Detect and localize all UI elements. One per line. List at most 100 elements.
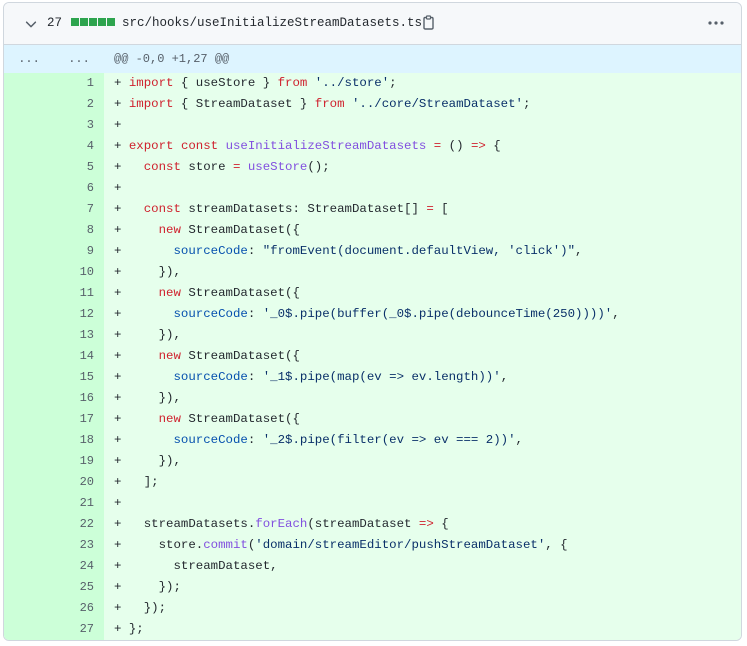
old-line-number[interactable] — [4, 409, 54, 430]
code-token: StreamDataset({ — [180, 412, 300, 426]
hunk-header: ... ... @@ -0,0 +1,27 @@ — [4, 45, 741, 73]
code-token: from — [277, 76, 308, 90]
old-line-number[interactable] — [4, 136, 54, 157]
new-line-number[interactable]: 14 — [54, 346, 104, 367]
old-line-number[interactable] — [4, 73, 54, 94]
old-line-number[interactable] — [4, 178, 54, 199]
old-line-number[interactable] — [4, 535, 54, 556]
diff-line: 26 + }); — [4, 598, 741, 619]
new-line-number[interactable]: 20 — [54, 472, 104, 493]
file-path-link[interactable]: src/hooks/useInitializeStreamDatasets.ts — [122, 16, 422, 30]
code-token: import — [128, 97, 174, 111]
new-line-number[interactable]: 19 — [54, 451, 104, 472]
code-token: + — [114, 349, 159, 363]
new-line-number[interactable]: 12 — [54, 304, 104, 325]
kebab-menu-icon[interactable] — [707, 15, 725, 31]
new-line-number[interactable]: 3 — [54, 115, 104, 136]
code-line: + import { useStore } from '../store'; — [104, 73, 397, 94]
code-token: , — [500, 370, 509, 384]
code-token: + — [114, 97, 129, 111]
new-line-number[interactable]: 5 — [54, 157, 104, 178]
new-line-number[interactable]: 10 — [54, 262, 104, 283]
code-token: sourceCode — [173, 307, 248, 321]
old-line-number[interactable] — [4, 388, 54, 409]
code-token: { — [485, 139, 501, 153]
code-line: + }); — [104, 577, 181, 598]
old-line-number[interactable] — [4, 619, 54, 640]
diff-line: 4 + export const useInitializeStreamDatas… — [4, 136, 741, 157]
copy-icon[interactable] — [421, 15, 437, 31]
diff-file: 27 src/hooks/useInitializeStreamDatasets… — [3, 2, 742, 641]
code-line: + streamDatasets.forEach(streamDataset =… — [104, 514, 449, 535]
new-line-number[interactable]: 9 — [54, 241, 104, 262]
old-line-number[interactable] — [4, 241, 54, 262]
code-token: , — [612, 307, 620, 321]
code-token: '../store' — [314, 76, 390, 90]
old-line-number[interactable] — [4, 220, 54, 241]
code-token: forEach — [255, 517, 308, 531]
new-line-number[interactable]: 6 — [54, 178, 104, 199]
expand-new-button[interactable]: ... — [54, 52, 104, 66]
diff-line: 18 + sourceCode: '_2$.pipe(filter(ev => e… — [4, 430, 741, 451]
new-line-number[interactable]: 21 — [54, 493, 104, 514]
code-line: + — [104, 115, 121, 136]
code-token: sourceCode — [173, 244, 248, 258]
new-line-number[interactable]: 11 — [54, 283, 104, 304]
diff-line: 16 + }), — [4, 388, 741, 409]
code-token: + — [114, 76, 129, 90]
code-token: StreamDataset({ — [180, 223, 300, 237]
code-token: : — [247, 370, 263, 384]
old-line-number[interactable] — [4, 283, 54, 304]
new-line-number[interactable]: 4 — [54, 136, 104, 157]
code-line: + new StreamDataset({ — [104, 409, 300, 430]
old-line-number[interactable] — [4, 514, 54, 535]
changes-count: 27 — [47, 16, 63, 30]
old-line-number[interactable] — [4, 577, 54, 598]
new-line-number[interactable]: 15 — [54, 367, 104, 388]
expand-old-button[interactable]: ... — [4, 52, 54, 66]
old-line-number[interactable] — [4, 430, 54, 451]
old-line-number[interactable] — [4, 325, 54, 346]
new-line-number[interactable]: 25 — [54, 577, 104, 598]
new-line-number[interactable]: 13 — [54, 325, 104, 346]
code-line: + import { StreamDataset } from '../core… — [104, 94, 530, 115]
old-line-number[interactable] — [4, 262, 54, 283]
new-line-number[interactable]: 7 — [54, 199, 104, 220]
new-line-number[interactable]: 26 — [54, 598, 104, 619]
diffstat-block — [89, 18, 97, 26]
old-line-number[interactable] — [4, 493, 54, 514]
code-token: StreamDataset({ — [180, 286, 300, 300]
old-line-number[interactable] — [4, 346, 54, 367]
new-line-number[interactable]: 24 — [54, 556, 104, 577]
new-line-number[interactable]: 22 — [54, 514, 104, 535]
old-line-number[interactable] — [4, 598, 54, 619]
code-line: + export const useInitializeStreamDatase… — [104, 136, 501, 157]
code-token: StreamDataset({ — [180, 349, 300, 363]
old-line-number[interactable] — [4, 472, 54, 493]
old-line-number[interactable] — [4, 451, 54, 472]
new-line-number[interactable]: 17 — [54, 409, 104, 430]
new-line-number[interactable]: 23 — [54, 535, 104, 556]
code-line: + }), — [104, 325, 181, 346]
code-token: { useStore } — [173, 76, 278, 90]
new-line-number[interactable]: 18 — [54, 430, 104, 451]
new-line-number[interactable]: 1 — [54, 73, 104, 94]
new-line-number[interactable]: 2 — [54, 94, 104, 115]
new-line-number[interactable]: 27 — [54, 619, 104, 640]
old-line-number[interactable] — [4, 115, 54, 136]
chevron-down-icon[interactable] — [24, 17, 38, 31]
code-token: + }; — [114, 622, 144, 636]
old-line-number[interactable] — [4, 556, 54, 577]
new-line-number[interactable]: 16 — [54, 388, 104, 409]
code-token: + ]; — [114, 475, 159, 489]
new-line-number[interactable]: 8 — [54, 220, 104, 241]
old-line-number[interactable] — [4, 304, 54, 325]
old-line-number[interactable] — [4, 94, 54, 115]
old-line-number[interactable] — [4, 157, 54, 178]
old-line-number[interactable] — [4, 199, 54, 220]
old-line-number[interactable] — [4, 367, 54, 388]
